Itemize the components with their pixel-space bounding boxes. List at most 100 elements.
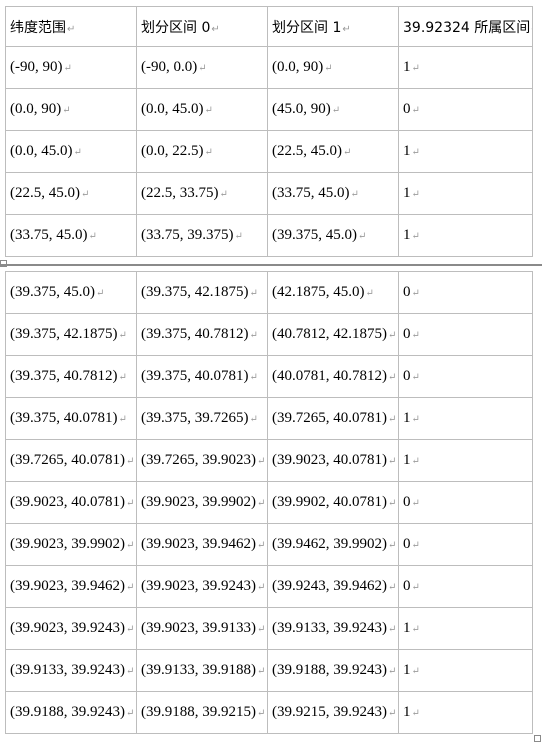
page-break-line (0, 264, 542, 266)
table-cell[interactable]: (0.0, 22.5)↵ (136, 130, 268, 173)
paragraph-mark: ↵ (411, 63, 420, 74)
table-cell[interactable]: (39.9902, 40.0781)↵ (267, 481, 399, 524)
header-cell[interactable]: 划分区间 1↵ (267, 6, 399, 47)
table-cell[interactable]: 0↵ (398, 565, 533, 608)
table-cell[interactable]: (0.0, 45.0)↵ (136, 88, 268, 131)
table-cell[interactable]: (39.9188, 39.9215)↵ (136, 691, 268, 734)
paragraph-mark: ↵ (411, 666, 420, 677)
table-cell[interactable]: 1↵ (398, 397, 533, 440)
cell-text: (39.9133, 39.9243) (10, 662, 125, 678)
paragraph-mark: ↵ (388, 414, 397, 425)
cell-text: 1 (403, 452, 411, 468)
table-cell[interactable]: (39.9023, 39.9462)↵ (5, 565, 137, 608)
cell-text: (39.9023, 39.9462) (141, 536, 256, 552)
table-cell[interactable]: (39.9188, 39.9243)↵ (5, 691, 137, 734)
cell-text: (39.9902, 40.0781) (272, 494, 387, 510)
cell-text: 纬度范围 (10, 19, 66, 36)
table-cell[interactable]: 0↵ (398, 271, 533, 314)
cell-text: (39.9215, 39.9243) (272, 704, 387, 720)
paragraph-mark: ↵ (96, 288, 105, 299)
table-cell[interactable]: (39.9023, 39.9133)↵ (136, 607, 268, 650)
table-cell[interactable]: 0↵ (398, 355, 533, 398)
table-cell[interactable]: (39.9023, 40.0781)↵ (267, 439, 399, 482)
table-cell[interactable]: (39.375, 42.1875)↵ (136, 271, 268, 314)
table-cell[interactable]: (39.9188, 39.9243)↵ (267, 649, 399, 692)
header-cell[interactable]: 纬度范围↵ (5, 6, 137, 47)
table-cell[interactable]: (39.9023, 39.9243)↵ (5, 607, 137, 650)
table-cell[interactable]: (39.375, 40.0781)↵ (136, 355, 268, 398)
table-cell[interactable]: 0↵ (398, 88, 533, 131)
table-cell[interactable]: (0.0, 45.0)↵ (5, 130, 137, 173)
table-cell[interactable]: (39.7265, 39.9023)↵ (136, 439, 268, 482)
table-cell[interactable]: (45.0, 90)↵ (267, 88, 399, 131)
table-cell[interactable]: (39.9023, 39.9462)↵ (136, 523, 268, 566)
table-cell[interactable]: (40.0781, 40.7812)↵ (267, 355, 399, 398)
table-row: (39.9023, 39.9462)↵ (39.9023, 39.9243)↵ (3… (5, 565, 533, 608)
paragraph-mark: ↵ (257, 666, 266, 677)
table-cell[interactable]: (39.375, 40.7812)↵ (136, 313, 268, 356)
table-cell[interactable]: (39.9133, 39.9188)↵ (136, 649, 268, 692)
table-cell[interactable]: (39.375, 39.7265)↵ (136, 397, 268, 440)
table-cell[interactable]: (39.375, 42.1875)↵ (5, 313, 137, 356)
table-cell[interactable]: (22.5, 45.0)↵ (5, 172, 137, 215)
paragraph-mark: ↵ (388, 330, 397, 341)
header-cell[interactable]: 39.92324 所属区间↵ (398, 6, 533, 47)
table-cell[interactable]: (-90, 0.0)↵ (136, 46, 268, 89)
table-cell[interactable]: (39.9133, 39.9243)↵ (5, 649, 137, 692)
table-cell[interactable]: (39.7265, 40.0781)↵ (5, 439, 137, 482)
cell-text: 0 (403, 536, 411, 552)
cell-text: (39.375, 40.7812) (141, 326, 249, 342)
table-cell[interactable]: (33.75, 45.0)↵ (267, 172, 399, 215)
paragraph-mark: ↵ (342, 23, 351, 35)
table-cell[interactable]: (39.9215, 39.9243)↵ (267, 691, 399, 734)
paragraph-mark: ↵ (204, 105, 213, 116)
cell-text: 1 (403, 410, 411, 426)
paragraph-mark: ↵ (411, 498, 420, 509)
table-cell[interactable]: 1↵ (398, 607, 533, 650)
table-cell[interactable]: (39.9023, 39.9243)↵ (136, 565, 268, 608)
table-cell[interactable]: (39.375, 40.7812)↵ (5, 355, 137, 398)
table-cell[interactable]: 0↵ (398, 481, 533, 524)
table-cell[interactable]: 1↵ (398, 649, 533, 692)
latitude-table-top: 纬度范围↵划分区间 0↵划分区间 1↵39.92324 所属区间↵(-90, 9… (5, 6, 533, 257)
table-cell[interactable]: (-90, 90)↵ (5, 46, 137, 89)
table-resize-handle[interactable] (534, 735, 541, 742)
table-cell[interactable]: (39.375, 45.0)↵ (267, 214, 399, 257)
table-cell[interactable]: (33.75, 39.375)↵ (136, 214, 268, 257)
table-cell[interactable]: (39.9023, 40.0781)↵ (5, 481, 137, 524)
table-cell[interactable]: 1↵ (398, 214, 533, 257)
table-cell[interactable]: (39.9133, 39.9243)↵ (267, 607, 399, 650)
table-cell[interactable]: (22.5, 33.75)↵ (136, 172, 268, 215)
table-cell[interactable]: (40.7812, 42.1875)↵ (267, 313, 399, 356)
table-cell[interactable]: 1↵ (398, 130, 533, 173)
paragraph-mark: ↵ (126, 540, 135, 551)
table-row: (39.7265, 40.0781)↵ (39.7265, 39.9023)↵ (3… (5, 439, 533, 482)
table-cell[interactable]: 1↵ (398, 439, 533, 482)
table-cell[interactable]: 1↵ (398, 46, 533, 89)
table-cell[interactable]: (39.9243, 39.9462)↵ (267, 565, 399, 608)
paragraph-mark: ↵ (118, 414, 127, 425)
paragraph-mark: ↵ (411, 147, 420, 158)
table-cell[interactable]: (0.0, 90)↵ (267, 46, 399, 89)
table-cell[interactable]: 1↵ (398, 691, 533, 734)
table-cell[interactable]: 0↵ (398, 313, 533, 356)
table-cell[interactable]: 1↵ (398, 172, 533, 215)
table-cell[interactable]: (39.9023, 39.9902)↵ (5, 523, 137, 566)
table-cell[interactable]: (39.9023, 39.9902)↵ (136, 481, 268, 524)
cell-text: (0.0, 45.0) (141, 101, 204, 117)
table-cell[interactable]: (42.1875, 45.0)↵ (267, 271, 399, 314)
header-cell[interactable]: 划分区间 0↵ (136, 6, 268, 47)
latitude-table-top-body: 纬度范围↵划分区间 0↵划分区间 1↵39.92324 所属区间↵(-90, 9… (5, 6, 533, 257)
table-cell[interactable]: (0.0, 90)↵ (5, 88, 137, 131)
table-cell[interactable]: 0↵ (398, 523, 533, 566)
table-cell[interactable]: (33.75, 45.0)↵ (5, 214, 137, 257)
table-cell[interactable]: (22.5, 45.0)↵ (267, 130, 399, 173)
table-cell[interactable]: (39.375, 40.0781)↵ (5, 397, 137, 440)
cell-text: (0.0, 45.0) (10, 143, 73, 159)
paragraph-mark: ↵ (249, 372, 258, 383)
table-cell[interactable]: (39.375, 45.0)↵ (5, 271, 137, 314)
table-cell[interactable]: (39.9462, 39.9902)↵ (267, 523, 399, 566)
paragraph-mark: ↵ (411, 456, 420, 467)
table-cell[interactable]: (39.7265, 40.0781)↵ (267, 397, 399, 440)
table-row: (22.5, 45.0)↵ (22.5, 33.75)↵ (33.75, 45.0)… (5, 172, 533, 215)
